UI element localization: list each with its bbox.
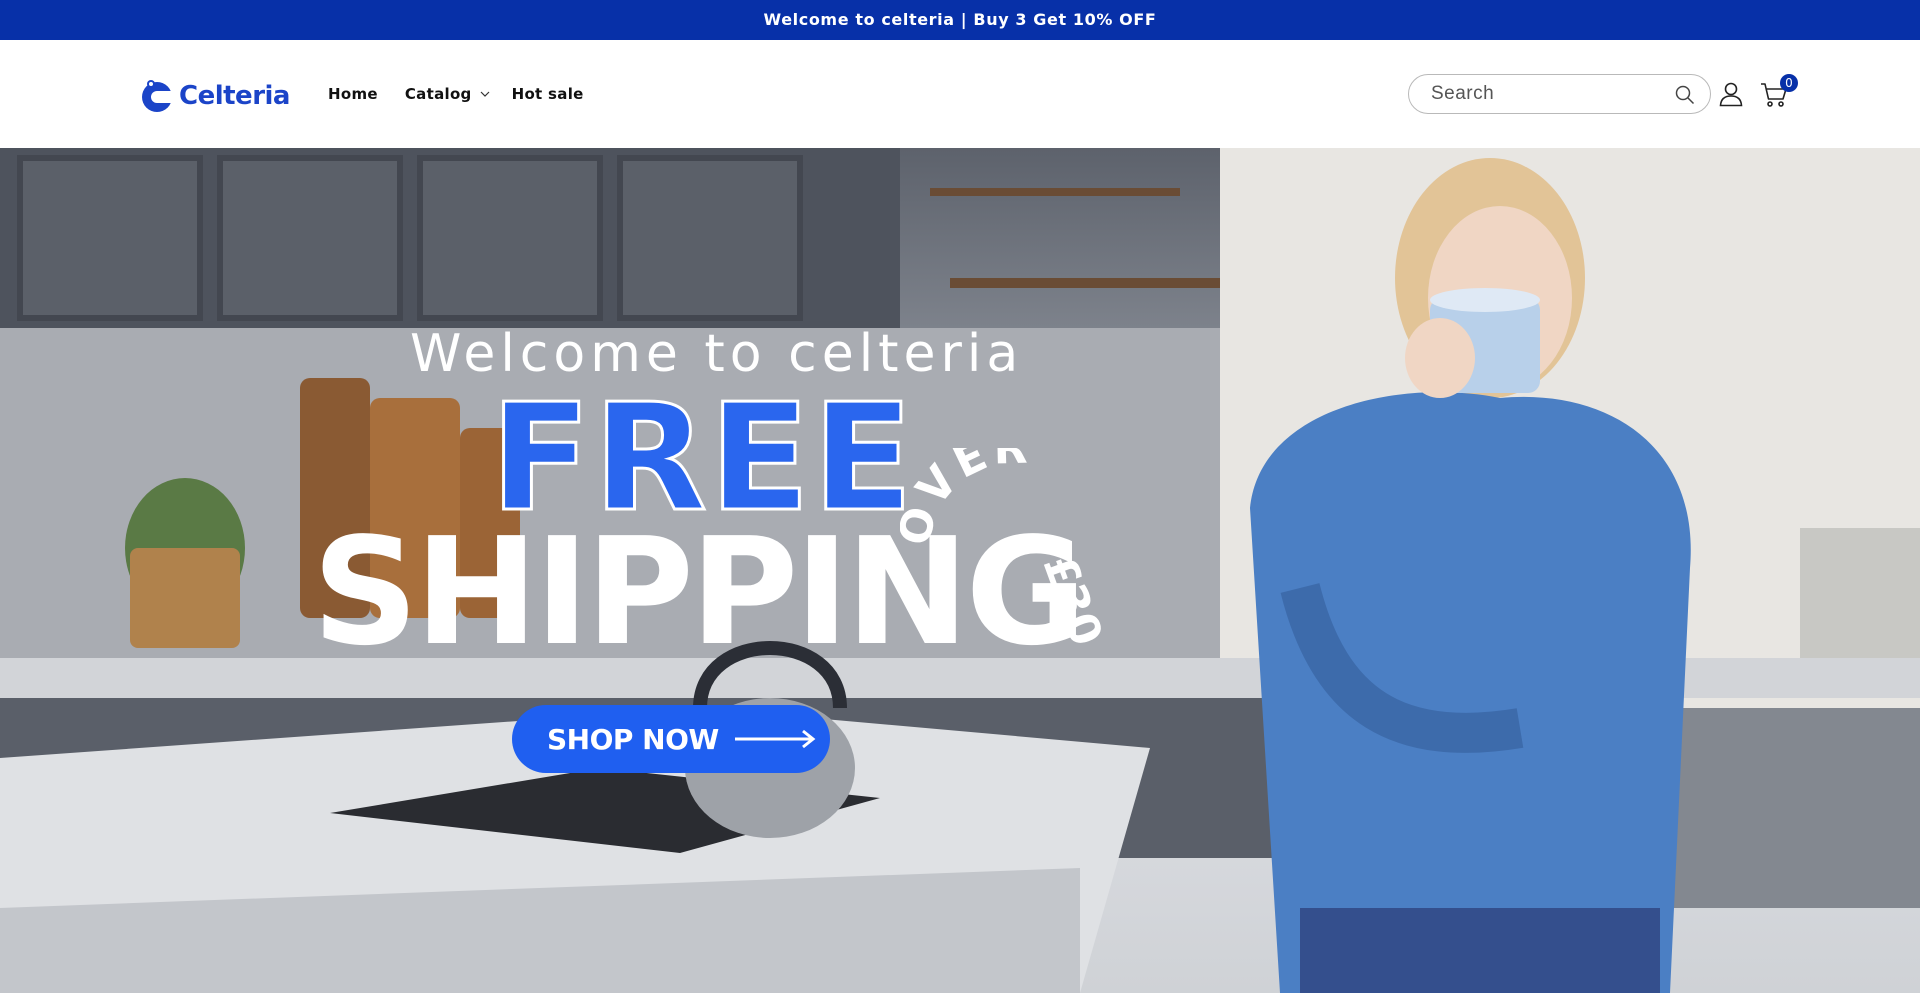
hero-amount-text: £30 [1033,549,1112,648]
hero-over-text: OVER [900,448,1028,550]
search-box [1408,74,1711,114]
hero-over-amount-text: OVER £30 [900,448,1112,648]
svg-text:OVER: OVER [900,448,1032,550]
announcement-bar: Welcome to celteria | Buy 3 Get 10% OFF [0,0,1920,40]
announcement-text: Welcome to celteria | Buy 3 Get 10% OFF [763,10,1157,29]
nav-item-hot-sale[interactable]: Hot sale [512,85,584,103]
cart-count-badge: 0 [1780,74,1798,92]
nav-item-catalog-label: Catalog [404,85,472,103]
shop-now-label: SHOP NOW [547,722,719,756]
logo-text: Celteria [179,81,290,111]
nav-item-home[interactable]: Home [328,85,378,103]
shop-now-button[interactable]: SHOP NOW [512,705,830,773]
nav-item-catalog[interactable]: Catalog [405,85,490,103]
chevron-down-icon [480,91,490,97]
site-header: Celteria Home Catalog Hot sale 0 [0,40,1920,148]
arrow-right-icon [734,729,816,749]
search-input[interactable] [1431,81,1661,107]
hero-banner[interactable]: Welcome to celteria FREE SHIPPING OVER £… [0,148,1920,993]
logo-link[interactable]: Celteria [140,76,290,116]
main-nav: Home Catalog Hot sale [328,80,611,108]
logo-icon [142,80,174,112]
search-icon[interactable] [1675,85,1695,105]
account-icon[interactable] [1718,81,1744,107]
